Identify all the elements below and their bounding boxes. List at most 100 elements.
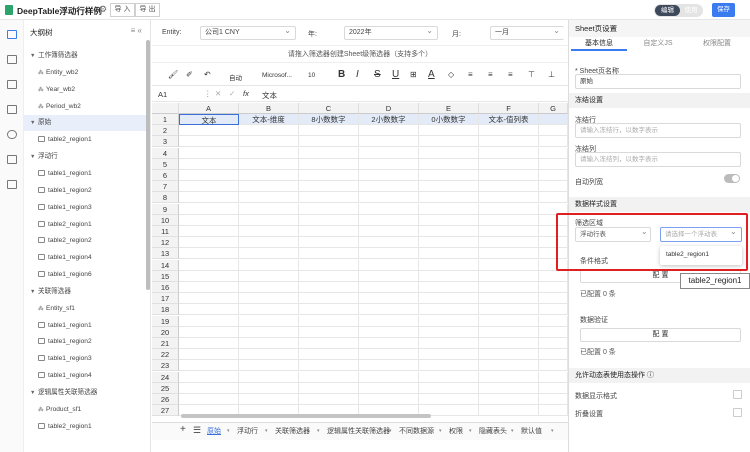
grid-cell[interactable] [239, 237, 299, 249]
grid-cell[interactable] [359, 394, 419, 405]
grid-cell[interactable] [299, 248, 359, 260]
grid-cell[interactable] [299, 136, 359, 148]
column-header[interactable]: G [539, 103, 568, 114]
grid-cell[interactable] [179, 349, 239, 361]
grid-cell[interactable] [419, 237, 479, 249]
sheet-tab[interactable]: 逻辑属性关联筛选器 [327, 426, 390, 436]
grid-cell[interactable]: 文本 [179, 114, 239, 125]
horizontal-scrollbar[interactable] [181, 414, 431, 418]
font-color-icon[interactable]: A [428, 69, 435, 80]
grid-cell[interactable] [539, 158, 568, 170]
grid-cell[interactable] [539, 170, 568, 181]
grid-cell[interactable] [479, 203, 539, 215]
sheet-tab[interactable]: 浮动行 [237, 426, 258, 436]
grid-cell[interactable] [539, 304, 568, 316]
grid-cell[interactable] [479, 326, 539, 338]
tree-item[interactable]: table1_region4 [24, 368, 147, 384]
grid-cell[interactable] [359, 259, 419, 271]
grid-cell[interactable] [179, 304, 239, 316]
grid-cell[interactable] [179, 226, 239, 237]
grid-cell[interactable] [419, 214, 479, 226]
strikethrough-icon[interactable]: S [374, 69, 381, 80]
tree-group[interactable]: ▼ 浮动行 [24, 149, 147, 165]
row-header[interactable]: 12 [152, 237, 179, 249]
tab-custom-js[interactable]: 自定义JS [630, 37, 686, 51]
grid-cell[interactable] [179, 158, 239, 170]
grid-cell[interactable] [359, 237, 419, 249]
column-header[interactable]: A [179, 103, 239, 114]
grid-cell[interactable] [299, 270, 359, 282]
hierarchy-icon[interactable] [7, 180, 17, 189]
grid-cell[interactable] [479, 382, 539, 394]
table-icon[interactable] [7, 80, 17, 89]
grid-cell[interactable] [299, 192, 359, 204]
grid-cell[interactable] [359, 293, 419, 305]
tree-item[interactable]: ⁂ Product_sf1 [24, 402, 147, 418]
italic-icon[interactable]: I [356, 69, 359, 80]
grid-cell[interactable] [239, 125, 299, 137]
tree-collapse-icon[interactable]: ≡ « [131, 26, 142, 35]
grid-cell[interactable] [359, 226, 419, 237]
sheet-tab-menu-icon[interactable]: ▾ [439, 428, 442, 434]
grid-cell[interactable] [359, 192, 419, 204]
grid-cell[interactable] [359, 338, 419, 349]
bold-icon[interactable]: B [338, 69, 345, 80]
grid-cell[interactable] [239, 248, 299, 260]
grid-cell[interactable] [239, 203, 299, 215]
tree-group[interactable]: ▼ 原始 [24, 115, 147, 132]
grid-cell[interactable] [479, 315, 539, 327]
caret-down-icon[interactable]: ▼ [30, 115, 38, 131]
mode-edit-option[interactable]: 编辑 [655, 5, 680, 16]
grid-cell[interactable] [539, 349, 568, 361]
grid-cell[interactable] [299, 282, 359, 293]
import-button[interactable]: 导 入 [110, 3, 135, 17]
grid-cell[interactable] [179, 360, 239, 372]
add-sheet-icon[interactable]: + [180, 424, 186, 435]
row-header[interactable]: 13 [152, 248, 179, 260]
grid-cell[interactable] [179, 338, 239, 349]
align-left-icon[interactable]: ≡ [468, 70, 473, 79]
formula-more-icon[interactable]: ⋮ [204, 89, 212, 98]
grid-cell[interactable] [539, 394, 568, 405]
spreadsheet-grid[interactable]: A B C D E F G 1 文本 文本-维度 8小数数字 2小数数字 0小数数字 文本-值列表 2 3 4 5… [152, 103, 568, 417]
tab-permission[interactable]: 权限配置 [689, 37, 745, 51]
sheet-tab-menu-icon[interactable]: ▾ [469, 428, 472, 434]
row-header[interactable]: 21 [152, 338, 179, 349]
grid-cell[interactable] [479, 405, 539, 417]
row-header[interactable]: 6 [152, 170, 179, 181]
grid-cell[interactable] [179, 394, 239, 405]
grid-cell[interactable] [479, 360, 539, 372]
grid-cell[interactable] [419, 170, 479, 181]
grid-cell[interactable] [479, 338, 539, 349]
grid-cell[interactable] [359, 214, 419, 226]
grid-cell[interactable] [239, 147, 299, 159]
grid-cell[interactable] [539, 326, 568, 338]
grid-cell[interactable] [179, 203, 239, 215]
grid-cell[interactable] [539, 192, 568, 204]
font-size-select[interactable]: 10 [308, 72, 315, 79]
grid-cell[interactable] [419, 349, 479, 361]
tree-scrollbar[interactable] [146, 40, 150, 290]
underline-icon[interactable]: U [392, 69, 399, 80]
tree-group[interactable]: ▼ 关联筛选器 [24, 284, 147, 300]
grid-cell[interactable] [179, 270, 239, 282]
grid-cell[interactable] [359, 326, 419, 338]
row-header[interactable]: 8 [152, 192, 179, 204]
grid-cell[interactable] [299, 360, 359, 372]
grid-cell[interactable] [479, 214, 539, 226]
grid-cell[interactable] [539, 270, 568, 282]
tree-item[interactable]: ⁂ Period_wb2 [24, 99, 147, 115]
sheet-name-input[interactable]: 原始 [575, 74, 741, 89]
grid-cell[interactable] [239, 170, 299, 181]
grid-cell[interactable] [299, 170, 359, 181]
tree-item[interactable]: ⁂ Year_wb2 [24, 82, 147, 98]
grid-cell[interactable] [239, 382, 299, 394]
grid-cell[interactable] [299, 237, 359, 249]
grid-cell[interactable] [239, 270, 299, 282]
tree-item[interactable]: table1_region1 [24, 318, 147, 334]
grid-cell[interactable] [299, 371, 359, 383]
grid-cell[interactable] [419, 326, 479, 338]
month-select[interactable]: 一月 [490, 25, 564, 40]
grid-cell[interactable] [539, 338, 568, 349]
grid-cell[interactable] [179, 136, 239, 148]
